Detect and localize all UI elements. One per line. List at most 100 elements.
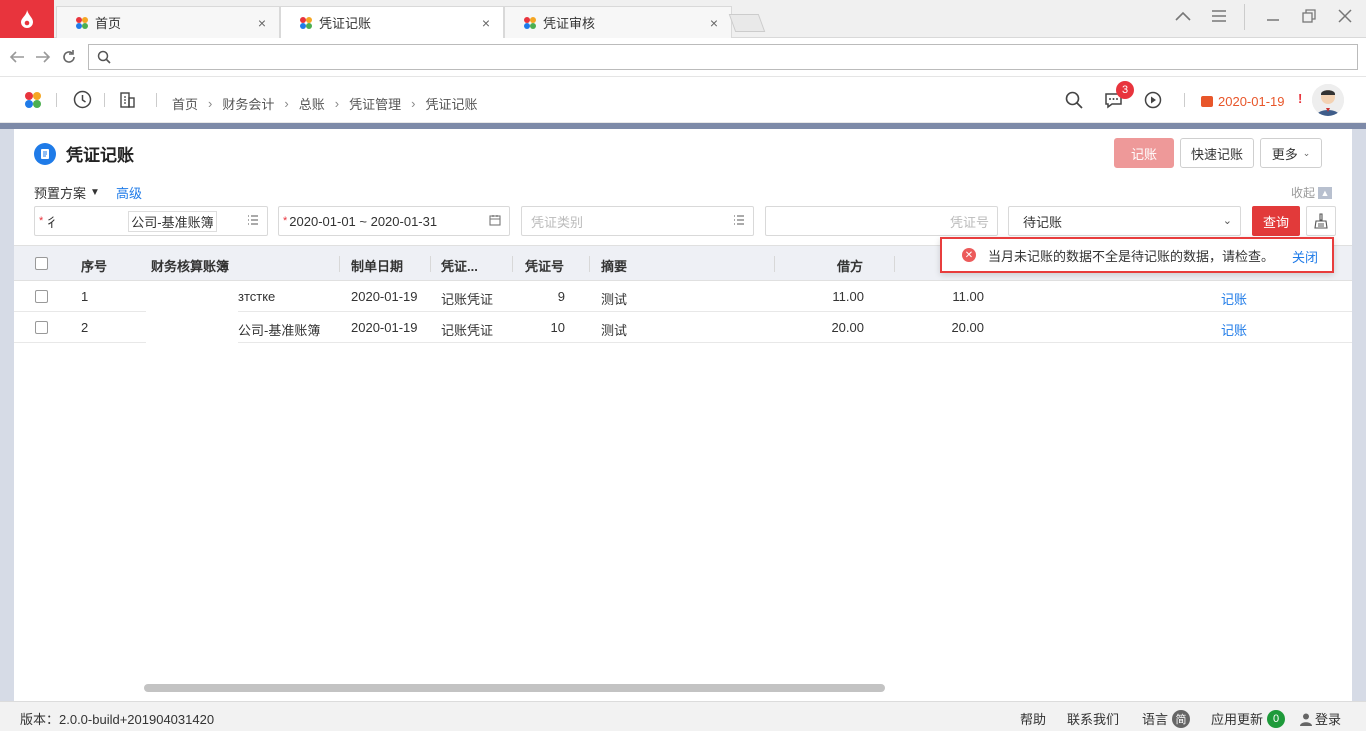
tab-voucher-audit[interactable]: 凭证审核 × xyxy=(504,6,732,38)
collapse-toggle[interactable]: 收起 ▲ xyxy=(1291,184,1333,201)
column-header-seq: 序号 xyxy=(81,259,108,274)
login-link[interactable]: 登录 xyxy=(1299,709,1341,728)
post-row-link[interactable]: 记账 xyxy=(1221,289,1247,308)
column-header-summary: 摘要 xyxy=(601,259,628,274)
more-button-label: 更多 xyxy=(1271,146,1298,162)
breadcrumb-item[interactable]: 财务会计 xyxy=(222,94,274,113)
voucher-type-field[interactable]: 凭证类别 xyxy=(521,206,754,236)
minimize-icon[interactable] xyxy=(1262,12,1284,22)
column-header-voucher-type: 凭证... xyxy=(441,259,478,274)
voucher-number-field[interactable]: 凭证号 xyxy=(765,206,998,236)
toast-message: 当月未记账的数据不全是待记账的数据，请检查。 xyxy=(988,248,1275,264)
post-button[interactable]: 记账 xyxy=(1114,138,1174,168)
tab-home[interactable]: 首页 × xyxy=(56,6,280,38)
breadcrumb: 首页 › 财务会计 › 总账 › 凭证管理 › 凭证记账 xyxy=(172,94,477,113)
list-icon[interactable] xyxy=(733,214,745,226)
more-button[interactable]: 更多 ⌄ xyxy=(1260,138,1322,168)
page-card: 凭证记账 记账 快速记账 更多 ⌄ 预置方案 ▼ 高级 收起 ▲ * 彳 公司-… xyxy=(14,129,1352,701)
table-row[interactable]: 2 公司-基准账簿 2020-01-19 记账凭证 10 测试 20.00 20… xyxy=(14,312,1352,343)
alert-indicator[interactable]: ! xyxy=(1298,91,1302,106)
select-all-checkbox[interactable] xyxy=(35,257,48,270)
calendar-icon[interactable] xyxy=(489,214,501,226)
redaction-mask xyxy=(146,281,238,312)
column-header-date: 制单日期 xyxy=(351,259,404,274)
app-flower-icon xyxy=(300,16,312,29)
building-icon[interactable] xyxy=(119,91,136,108)
table-row[interactable]: 1 зтстке 2020-01-19 记账凭证 9 测试 11.00 11.0… xyxy=(14,281,1352,312)
row-checkbox[interactable] xyxy=(35,290,48,303)
forward-arrow-icon[interactable] xyxy=(34,50,52,64)
help-link[interactable]: 帮助 xyxy=(1020,709,1046,728)
close-icon[interactable]: × xyxy=(255,15,269,31)
status-select[interactable]: 待记账 ⌄ xyxy=(1008,206,1241,236)
update-label: 应用更新 xyxy=(1211,712,1264,727)
breadcrumb-item[interactable]: 首页 xyxy=(172,94,198,113)
reload-icon[interactable] xyxy=(60,49,78,65)
window-close-icon[interactable] xyxy=(1334,8,1356,24)
status-value: 待记账 xyxy=(1023,214,1063,230)
column-divider xyxy=(774,256,775,272)
date-range-value: 2020-01-01 ~ 2020-01-31 xyxy=(289,213,438,229)
search-icon[interactable] xyxy=(1065,91,1083,109)
quick-post-button[interactable]: 快速记账 xyxy=(1180,138,1254,168)
cell-voucher-no: 9 xyxy=(557,289,565,304)
close-icon[interactable]: × xyxy=(707,15,721,31)
voucher-type-placeholder: 凭证类别 xyxy=(531,214,584,230)
breadcrumb-item[interactable]: 凭证管理 xyxy=(349,94,401,113)
new-tab-button[interactable] xyxy=(728,14,766,32)
clear-filter-button[interactable] xyxy=(1306,206,1336,236)
divider xyxy=(104,93,105,107)
advanced-link[interactable]: 高级 xyxy=(116,183,142,202)
restore-icon[interactable] xyxy=(1298,8,1320,24)
avatar[interactable] xyxy=(1312,84,1344,116)
user-avatar-icon xyxy=(1312,84,1344,116)
browser-logo xyxy=(0,0,54,38)
contact-link[interactable]: 联系我们 xyxy=(1067,709,1119,728)
collapse-up-icon[interactable] xyxy=(1172,9,1194,23)
chevron-right-icon: › xyxy=(411,96,416,111)
flame-icon xyxy=(21,10,33,28)
calendar-icon xyxy=(1201,96,1213,107)
tab-label: 凭证审核 xyxy=(543,16,596,31)
chevron-down-icon: ⌄ xyxy=(1222,215,1232,227)
column-divider xyxy=(430,256,431,272)
breadcrumb-item[interactable]: 总账 xyxy=(299,94,325,113)
list-icon[interactable] xyxy=(247,214,259,226)
chevron-down-icon: ⌄ xyxy=(1302,147,1311,158)
app-update-link[interactable]: 应用更新 0 xyxy=(1211,709,1286,728)
notification-badge: 3 xyxy=(1116,81,1134,99)
history-clock-icon[interactable] xyxy=(73,90,92,109)
play-circle-icon[interactable] xyxy=(1144,91,1162,109)
row-checkbox[interactable] xyxy=(35,321,48,334)
app-header: 首页 › 财务会计 › 总账 › 凭证管理 › 凭证记账 3 2020-01-1… xyxy=(0,77,1366,123)
language-label: 语言 xyxy=(1142,712,1169,727)
cell-summary: 测试 xyxy=(601,323,628,338)
preset-scheme-dropdown[interactable]: 预置方案 ▼ xyxy=(34,183,100,202)
query-button[interactable]: 查询 xyxy=(1252,206,1300,236)
date-range-field[interactable]: * 2020-01-01 ~ 2020-01-31 xyxy=(278,206,510,236)
url-input[interactable] xyxy=(88,44,1358,70)
login-label: 登录 xyxy=(1315,712,1342,727)
ledger-field[interactable]: * 彳 公司-基准账簿 xyxy=(34,206,268,236)
tab-label: 首页 xyxy=(95,16,122,31)
page-title: 凭证记账 xyxy=(66,146,134,165)
horizontal-scrollbar[interactable] xyxy=(144,684,885,692)
breadcrumb-item-current: 凭证记账 xyxy=(425,97,478,112)
cell-voucher-type: 记账凭证 xyxy=(441,323,494,338)
user-icon xyxy=(1300,713,1312,726)
voucher-doc-icon xyxy=(34,142,56,165)
post-row-link[interactable]: 记账 xyxy=(1221,320,1247,339)
business-date[interactable]: 2020-01-19 xyxy=(1201,94,1285,109)
app-flower-icon xyxy=(76,16,88,29)
close-icon[interactable]: × xyxy=(479,15,493,31)
menu-icon[interactable] xyxy=(1208,9,1230,23)
address-bar xyxy=(0,38,1366,77)
back-arrow-icon[interactable] xyxy=(8,50,26,64)
preset-label: 预置方案 xyxy=(34,186,87,201)
language-switch[interactable]: 语言 简 xyxy=(1142,709,1191,728)
toast-close-link[interactable]: 关闭 xyxy=(1292,247,1318,266)
browser-tab-strip: 首页 × 凭证记账 × 凭证审核 × xyxy=(0,0,1366,38)
tab-voucher-posting[interactable]: 凭证记账 × xyxy=(280,6,504,38)
app-logo-icon[interactable] xyxy=(24,91,42,109)
error-toast: ✕ 当月未记账的数据不全是待记账的数据，请检查。 关闭 xyxy=(940,237,1334,273)
